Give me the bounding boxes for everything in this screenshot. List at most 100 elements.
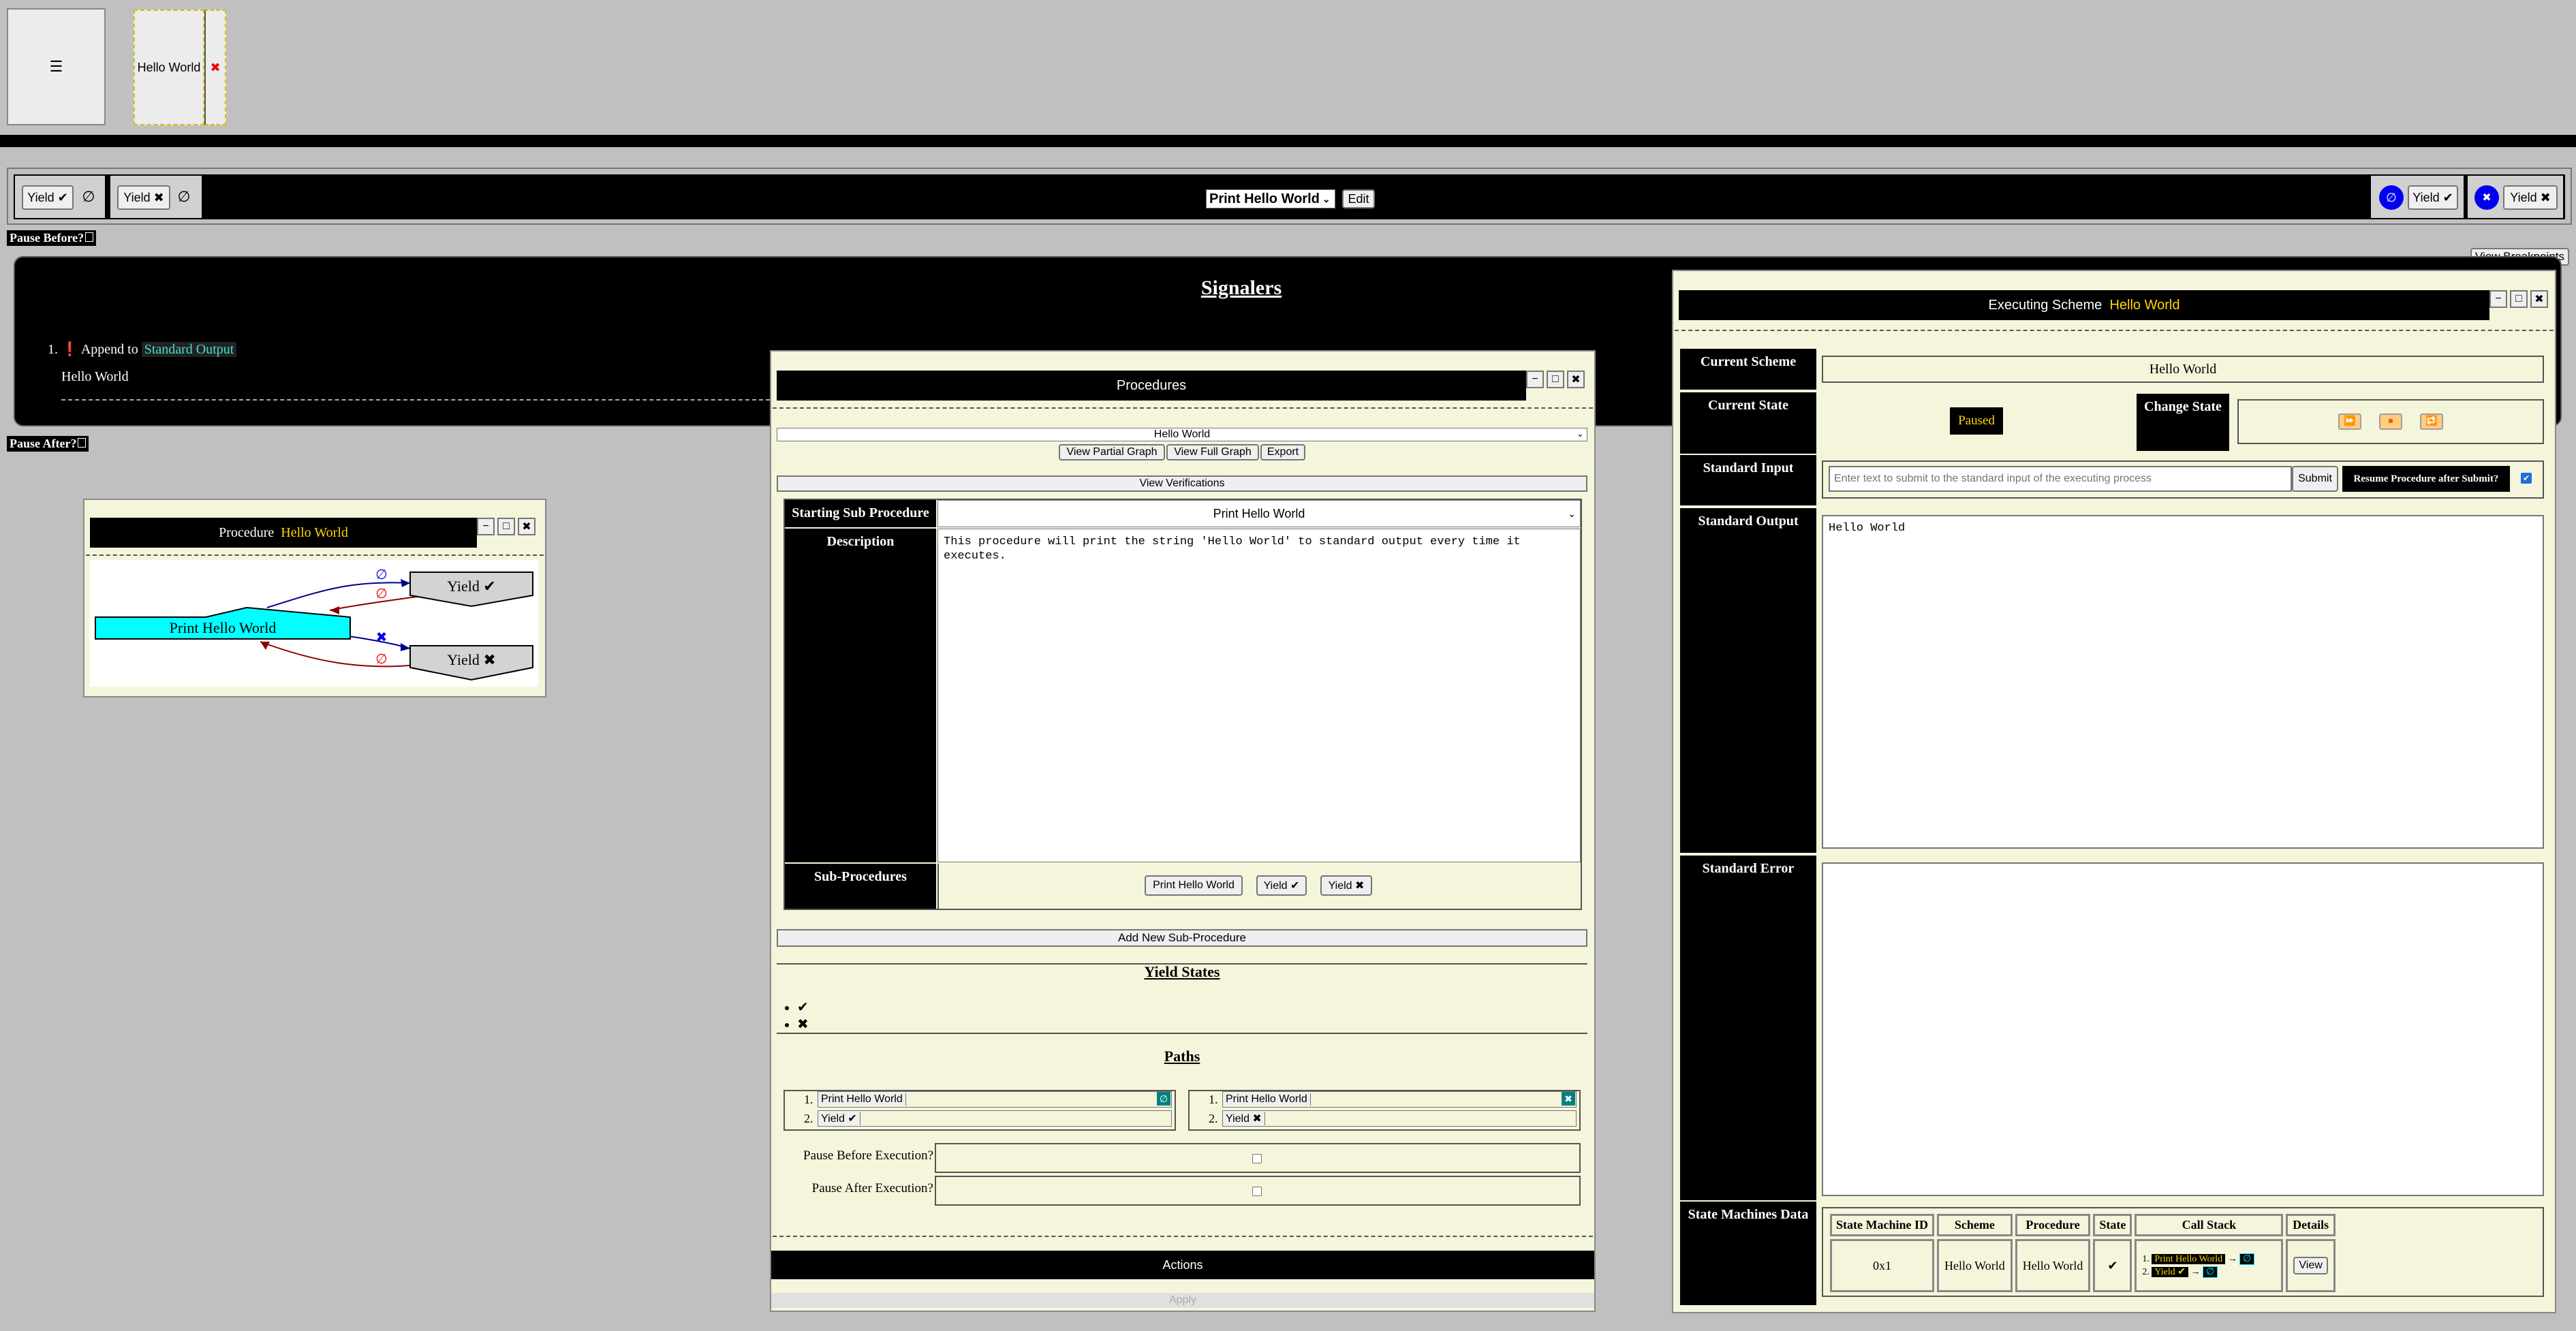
executing-titlebar[interactable]: Executing Scheme Hello World — [1679, 290, 2489, 320]
close-button[interactable]: ✖ — [518, 518, 536, 535]
minimize-button[interactable]: − — [1526, 371, 1544, 388]
signaler-target[interactable]: Standard Output — [141, 342, 237, 357]
cell-state: ✔ — [2093, 1239, 2132, 1292]
menu-button[interactable]: ☰ — [7, 8, 106, 125]
path-left-row1[interactable]: Print Hello World — [818, 1091, 1172, 1108]
export-button[interactable]: Export — [1260, 444, 1305, 460]
close-icon: ✖ — [2482, 192, 2492, 204]
procedures-divider — [773, 407, 1593, 409]
err-circle-icon[interactable]: ✖ — [2474, 185, 2499, 210]
path-number: 2. — [804, 1112, 813, 1125]
state-machines-table: State Machine ID Scheme Procedure State … — [1827, 1211, 2338, 1295]
maximize-button[interactable]: □ — [2510, 290, 2528, 308]
procedure-graph: Print Hello World Yield ✔ Yield ✖ ∅ ∅ ✖ … — [90, 560, 538, 687]
null-icon[interactable]: ∅ — [79, 188, 98, 207]
starting-subprocedure-label: Starting Sub Procedure — [785, 500, 936, 527]
yield-ok-button[interactable]: Yield ✔ — [22, 185, 74, 210]
procedures-section-line — [777, 1033, 1587, 1034]
yield-err-button[interactable]: Yield ✖ — [117, 185, 170, 210]
actions-bar[interactable]: Actions — [771, 1251, 1594, 1279]
close-icon[interactable]: ✖ — [1562, 1092, 1575, 1106]
standard-output-textarea[interactable]: Hello World — [1822, 515, 2544, 849]
stack-procedure-tag[interactable]: Print Hello World — [2152, 1254, 2226, 1264]
subprocedure-yield-err[interactable]: Yield ✖ — [1320, 875, 1372, 896]
signaler-item: 1. ❗ Append to Standard Output — [48, 341, 237, 358]
standard-output-label: Standard Output — [1680, 508, 1816, 853]
resume-after-submit-checkbox[interactable]: ✔ — [2521, 473, 2532, 484]
actions-divider — [773, 1236, 1593, 1237]
null-icon[interactable]: ∅ — [174, 188, 193, 207]
tab-close-button[interactable]: ✖ — [204, 10, 226, 125]
edit-label: Edit — [1348, 191, 1369, 206]
submit-button[interactable]: Submit — [2292, 466, 2338, 492]
chevron-down-icon: ⌄ — [1577, 428, 1584, 439]
pause-after-exec-label: Pause After Execution? — [811, 1181, 933, 1195]
tab-hello-world[interactable]: Hello World — [134, 10, 204, 125]
close-icon: ✖ — [210, 60, 221, 74]
maximize-button[interactable]: □ — [497, 518, 515, 535]
step-icon[interactable]: ⏩ — [2338, 413, 2361, 430]
add-subprocedure-button[interactable]: Add New Sub-Procedure — [777, 929, 1587, 947]
view-verifications-button[interactable]: View Verifications — [777, 475, 1587, 492]
scheme-select[interactable]: Hello World ⌄ — [777, 428, 1587, 441]
procedure-window-titlebar[interactable]: Procedure Hello World — [90, 518, 477, 548]
close-button[interactable]: ✖ — [1567, 371, 1585, 388]
null-circle-icon[interactable]: ∅ — [2379, 185, 2404, 210]
subprocedure-yield-ok[interactable]: Yield ✔ — [1256, 875, 1307, 896]
restart-icon[interactable]: 🔁 — [2420, 413, 2443, 430]
yield-states-title: Yield States — [1144, 963, 1220, 980]
cell-procedure: Hello World — [2015, 1239, 2091, 1292]
cell-details: View — [2286, 1239, 2336, 1292]
cell-scheme: Hello World — [1936, 1239, 2013, 1292]
null-icon: ∅ — [2239, 1253, 2255, 1265]
description-label: Description — [785, 529, 936, 862]
apply-button[interactable]: Apply — [771, 1293, 1594, 1308]
standard-error-textarea[interactable] — [1822, 862, 2544, 1196]
signaler-text: Hello World — [61, 369, 129, 384]
stack-procedure-tag[interactable]: Yield ✔ — [2152, 1267, 2188, 1277]
null-icon[interactable]: ∅ — [1157, 1092, 1170, 1106]
starting-subprocedure-select[interactable]: Print Hello World ⌄ — [937, 500, 1581, 527]
path-number: 1. — [804, 1093, 813, 1106]
subprocedure-print-hello-world[interactable]: Print Hello World — [1145, 875, 1243, 896]
view-details-button[interactable]: View — [2293, 1257, 2328, 1274]
edge-null-label: ∅ — [375, 586, 387, 601]
yield-ok-right-button[interactable]: Yield ✔ — [2408, 185, 2458, 210]
standard-input-field[interactable] — [1829, 466, 2292, 492]
pause-after-label[interactable]: Pause After? — [7, 436, 89, 452]
column-header: Details — [2286, 1214, 2336, 1236]
state-machines-table-wrap: State Machine ID Scheme Procedure State … — [1827, 1211, 2338, 1295]
yield-states-list: ✔ ✖ — [777, 999, 809, 1033]
state-machines-data-label: State Machines Data — [1680, 1202, 1816, 1305]
edge-err-label: ✖ — [376, 630, 388, 645]
column-header: Procedure — [2015, 1214, 2091, 1236]
yield-ok-label: Yield ✔ — [27, 190, 68, 204]
procedures-titlebar[interactable]: Procedures — [777, 371, 1526, 401]
path-right-row1[interactable]: Print Hello World — [1222, 1091, 1577, 1108]
pause-after-exec-checkbox[interactable] — [1252, 1187, 1262, 1196]
procedure-select[interactable]: Print Hello World ⌄ — [1206, 189, 1335, 208]
signalers-title: Signalers — [1200, 277, 1282, 299]
yield-err-right-button[interactable]: Yield ✖ — [2503, 185, 2558, 210]
pause-before-label[interactable]: Pause Before? — [7, 230, 97, 246]
view-partial-graph-button[interactable]: View Partial Graph — [1059, 444, 1165, 460]
top-divider-bar — [0, 135, 2576, 147]
close-button[interactable]: ✖ — [2530, 290, 2548, 308]
minimize-button[interactable]: − — [477, 518, 495, 535]
pause-before-exec-checkbox[interactable] — [1252, 1154, 1262, 1163]
edit-button[interactable]: Edit — [1342, 189, 1375, 208]
null-icon: ∅ — [2386, 190, 2397, 204]
path-left-row2[interactable]: Yield ✔ — [818, 1110, 1172, 1127]
view-full-graph-button[interactable]: View Full Graph — [1166, 444, 1259, 460]
description-textarea[interactable]: This procedure will print the string 'He… — [937, 529, 1581, 862]
yield-ok-label: Yield ✔ — [2412, 190, 2453, 204]
pause-after-checkbox[interactable] — [78, 438, 87, 448]
path-right-row2[interactable]: Yield ✖ — [1222, 1110, 1577, 1127]
minimize-button[interactable]: − — [2489, 290, 2507, 308]
current-scheme-value: Hello World — [1822, 356, 2544, 383]
pause-icon[interactable]: ⏹ — [2379, 413, 2402, 430]
maximize-button[interactable]: □ — [1547, 371, 1564, 388]
yield-state-ok: ✔ — [797, 999, 809, 1016]
pause-before-checkbox[interactable] — [85, 232, 94, 242]
exclamation-icon: ❗ — [61, 342, 78, 357]
